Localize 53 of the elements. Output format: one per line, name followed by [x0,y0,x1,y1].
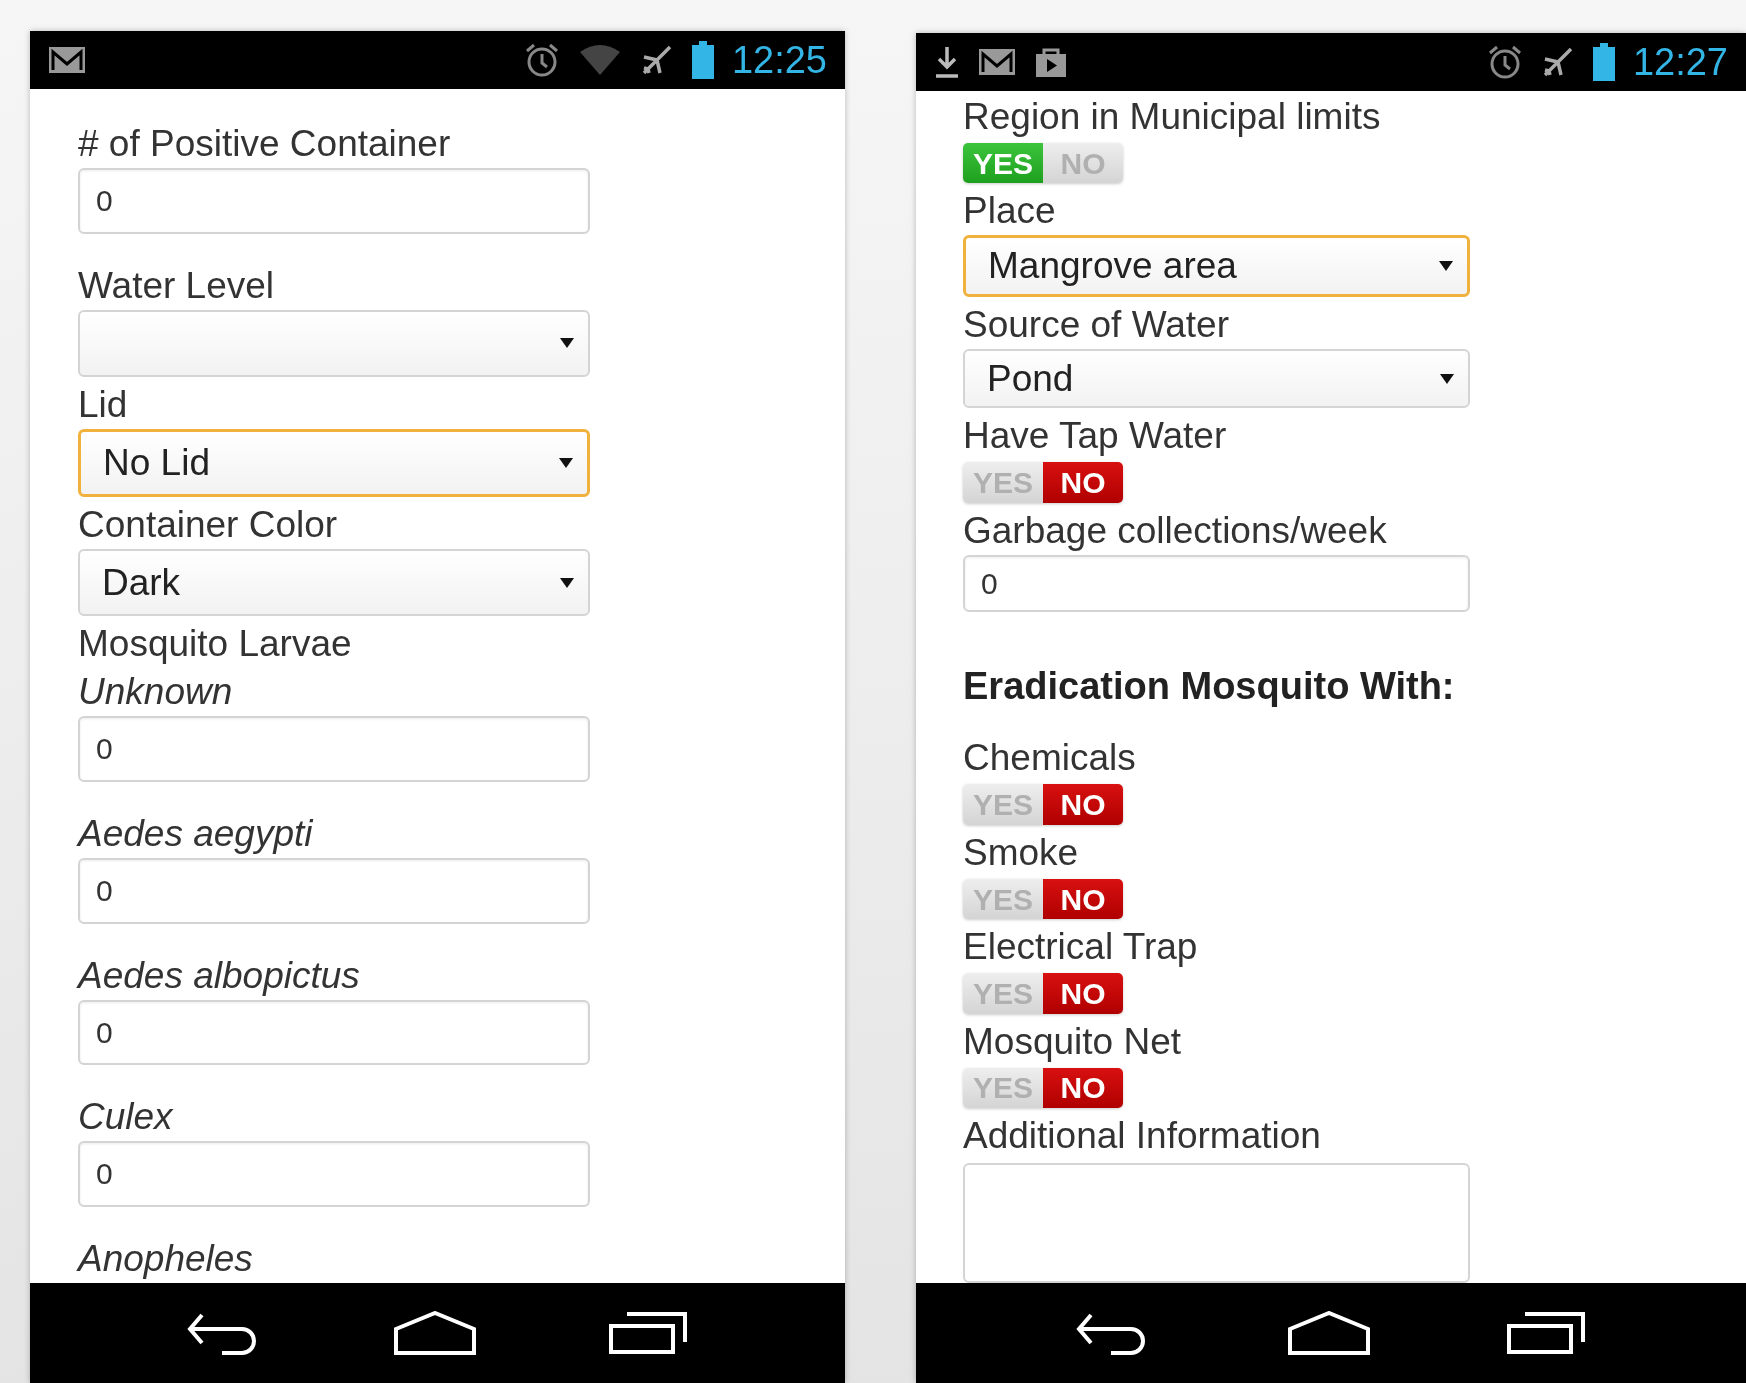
field-label: Place [963,189,1056,234]
download-icon[interactable] [934,45,960,79]
mail-icon[interactable] [48,46,86,74]
status-time: 12:27 [1632,43,1728,81]
text-area-field[interactable] [963,1163,1470,1283]
dropdown-arrow-icon [1440,373,1454,384]
recent-apps-icon[interactable] [1507,1312,1588,1354]
number-input-field[interactable]: 0 [78,999,590,1066]
field-label: Smoke [963,830,1079,875]
dropdown-field[interactable]: No Lid [78,429,590,497]
mail-icon[interactable] [978,48,1016,76]
field-label: Culex [78,1095,173,1140]
wifi-icon [577,44,622,76]
dropdown-arrow-icon [1439,261,1453,272]
field-label: Mosquito Larvae [78,622,352,667]
field-label: Electrical Trap [963,925,1198,970]
dropdown-arrow-icon [559,458,573,469]
field-label: Mosquito Net [963,1019,1181,1064]
battery-icon [1592,43,1615,81]
dropdown-field[interactable]: Mangrove area [963,235,1470,297]
number-input-field[interactable]: 0 [78,716,590,783]
dropdown-arrow-icon [560,338,574,349]
field-label: Have Tap Water [963,414,1227,459]
home-icon[interactable] [1288,1311,1370,1355]
number-input-field[interactable]: 0 [78,168,590,234]
home-icon[interactable] [394,1311,477,1355]
field-label: Region in Municipal limits [963,95,1381,139]
field-label: Unknown [78,670,233,715]
field-label: Lid [78,383,128,428]
field-label: # of Positive Container [78,122,451,166]
field-label: Additional Information [963,1114,1321,1159]
alarm-clock-icon [523,42,560,78]
section-heading: Eradication Mosquito With: [963,664,1455,710]
dropdown-arrow-icon [560,577,574,588]
battery-icon [691,41,714,79]
field-label: Water Level [78,263,275,308]
field-label: Source of Water [963,302,1229,347]
field-label: Aedes albopictus [78,953,360,998]
dropdown-field[interactable] [78,309,590,378]
field-label: Chemicals [963,736,1136,781]
field-label: Anopheles [78,1237,253,1282]
shopping-bag-icon[interactable] [1034,46,1068,78]
number-input-field[interactable]: 0 [78,1141,590,1208]
number-input-field[interactable]: 0 [963,554,1470,613]
recent-apps-icon[interactable] [608,1312,689,1354]
field-label: Container Color [78,502,338,547]
dropdown-field[interactable]: Pond [963,348,1470,409]
dropdown-field[interactable]: Dark [78,548,590,617]
status-time: 12:25 [731,41,827,79]
number-input-field[interactable]: 0 [78,858,590,924]
field-label: Aedes aegypti [78,812,313,857]
field-label: Garbage collections/week [963,508,1387,553]
alarm-clock-icon [1486,44,1523,80]
